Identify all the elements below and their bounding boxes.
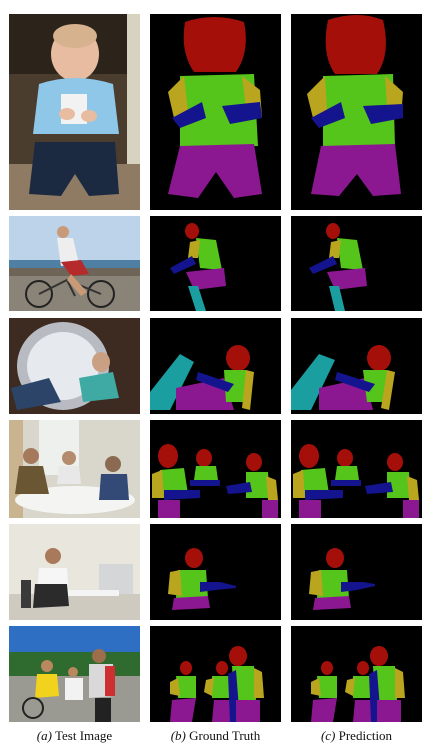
- segmentation-mask: [150, 524, 281, 620]
- photo-cyclists: [9, 626, 140, 722]
- photo-woman-chair: [9, 318, 140, 414]
- prediction-row-2: [291, 216, 422, 311]
- photo-cyclist: [9, 216, 140, 311]
- segmentation-mask: [291, 216, 422, 311]
- segmentation-mask: [291, 318, 422, 414]
- prediction-row-6: [291, 626, 422, 722]
- ground-truth-row-2: [150, 216, 281, 311]
- prediction-row-4: [291, 420, 422, 518]
- prediction-row-3: [291, 318, 422, 414]
- segmentation-mask: [150, 626, 281, 722]
- segmentation-mask: [291, 14, 422, 210]
- segmentation-mask: [150, 216, 281, 311]
- segmentation-mask: [291, 626, 422, 722]
- segmentation-mask: [150, 318, 281, 414]
- test-image-row-1: [9, 14, 140, 210]
- photo-meeting: [9, 420, 140, 518]
- caption-test-image: (a) Test Image: [9, 728, 140, 744]
- figure-grid: (a) Test Image (b) Ground Truth (c) Pred…: [0, 0, 428, 751]
- ground-truth-row-6: [150, 626, 281, 722]
- caption-text: Ground Truth: [189, 728, 261, 743]
- segmentation-mask: [150, 420, 281, 518]
- ground-truth-row-4: [150, 420, 281, 518]
- caption-tag: (c): [320, 728, 336, 743]
- caption-prediction: (c) Prediction: [291, 728, 422, 744]
- test-image-row-3: [9, 318, 140, 414]
- caption-tag: (a): [36, 728, 52, 743]
- ground-truth-row-5: [150, 524, 281, 620]
- caption-tag: (b): [170, 728, 186, 743]
- ground-truth-row-3: [150, 318, 281, 414]
- prediction-row-1: [291, 14, 422, 210]
- test-image-row-2: [9, 216, 140, 311]
- caption-text: Prediction: [338, 728, 393, 743]
- caption-ground-truth: (b) Ground Truth: [150, 728, 281, 744]
- segmentation-mask: [291, 524, 422, 620]
- segmentation-mask: [150, 14, 281, 210]
- test-image-row-6: [9, 626, 140, 722]
- test-image-row-5: [9, 524, 140, 620]
- caption-text: Test Image: [54, 728, 113, 743]
- photo-office: [9, 524, 140, 620]
- prediction-row-5: [291, 524, 422, 620]
- photo-baby: [9, 14, 140, 210]
- ground-truth-row-1: [150, 14, 281, 210]
- segmentation-mask: [291, 420, 422, 518]
- test-image-row-4: [9, 420, 140, 518]
